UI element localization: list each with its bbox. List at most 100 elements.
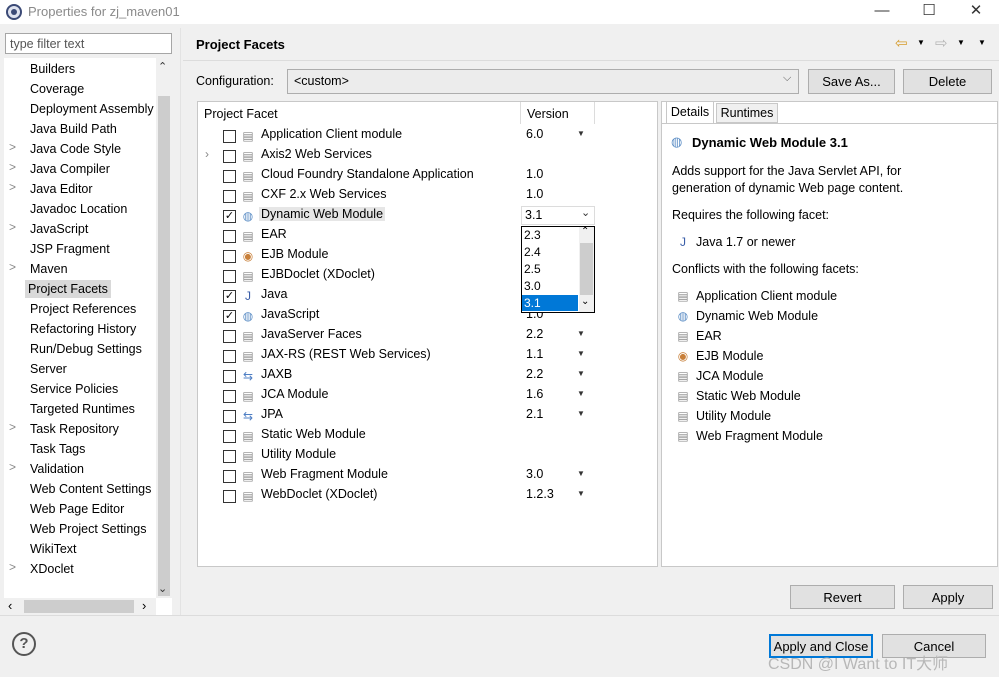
facet-row[interactable]: ⇆ JPA 2.1 ▼ [198, 406, 656, 426]
tree-item[interactable]: Builders [30, 60, 75, 78]
tree-item[interactable]: Coverage [30, 80, 84, 98]
tree-item[interactable]: Javadoc Location [30, 200, 127, 218]
dropdown-arrow-icon[interactable]: ▼ [577, 349, 585, 358]
facet-checkbox[interactable] [223, 470, 236, 483]
dropdown-arrow-icon[interactable]: ▼ [577, 389, 585, 398]
facet-checkbox[interactable]: ✓ [223, 290, 236, 303]
minimize-button[interactable]: — [859, 0, 905, 24]
tree-item[interactable]: Java Code Style [30, 140, 121, 158]
tree-item[interactable]: Java Compiler [30, 160, 110, 178]
facet-checkbox[interactable] [223, 350, 236, 363]
facet-checkbox[interactable] [223, 430, 236, 443]
maximize-button[interactable]: ☐ [906, 0, 952, 24]
facet-version[interactable]: 2.1 [526, 407, 543, 421]
delete-button[interactable]: Delete [903, 69, 992, 94]
facet-checkbox[interactable] [223, 150, 236, 163]
tree-item[interactable]: Web Content Settings [30, 480, 151, 498]
facet-checkbox[interactable] [223, 250, 236, 263]
facet-version[interactable]: 2.2 [526, 327, 543, 341]
tree-item[interactable]: Java Editor [30, 180, 93, 198]
expand-arrow-icon[interactable]: > [9, 220, 16, 234]
tree-item[interactable]: Validation [30, 460, 84, 478]
facet-checkbox[interactable] [223, 370, 236, 383]
dropdown-arrow-icon[interactable]: ▼ [577, 409, 585, 418]
tree-item[interactable]: Server [30, 360, 67, 378]
facet-version[interactable]: 1.0 [526, 167, 543, 181]
column-divider[interactable] [594, 102, 595, 124]
expand-arrow-icon[interactable]: > [9, 140, 16, 154]
tree-hscroll-thumb[interactable] [24, 600, 134, 613]
expand-arrow-icon[interactable]: > [9, 260, 16, 274]
scroll-down-icon[interactable]: ⌄ [158, 582, 167, 595]
tree-item[interactable]: Project Facets [25, 280, 111, 298]
version-scroll-thumb[interactable] [580, 243, 593, 295]
tree-item[interactable]: WikiText [30, 540, 77, 558]
expand-arrow-icon[interactable]: › [205, 147, 209, 161]
scroll-left-icon[interactable]: ‹ [8, 598, 12, 613]
column-divider[interactable] [520, 102, 521, 124]
configuration-select[interactable]: <custom> [287, 69, 799, 94]
facet-checkbox[interactable]: ✓ [223, 210, 236, 223]
facet-checkbox[interactable] [223, 170, 236, 183]
facet-version[interactable]: 1.6 [526, 387, 543, 401]
facet-row[interactable]: ▤ Cloud Foundry Standalone Application 1.0 [198, 166, 656, 186]
tree-item[interactable]: Targeted Runtimes [30, 400, 135, 418]
scroll-up-icon[interactable]: ⌃ [581, 226, 589, 237]
help-icon[interactable]: ? [12, 632, 36, 656]
tree-item[interactable]: Refactoring History [30, 320, 136, 338]
version-option[interactable]: 3.1 [522, 295, 578, 311]
tree-item[interactable]: JSP Fragment [30, 240, 110, 258]
tree-item[interactable]: Task Repository [30, 420, 119, 438]
facet-checkbox[interactable] [223, 230, 236, 243]
dropdown-arrow-icon[interactable]: ▼ [577, 369, 585, 378]
scroll-down-icon[interactable]: ⌄ [581, 296, 589, 307]
pane-divider[interactable] [180, 28, 181, 615]
facet-checkbox[interactable] [223, 270, 236, 283]
tree-item[interactable]: Web Project Settings [30, 520, 147, 538]
facet-row[interactable]: ▤ CXF 2.x Web Services 1.0 [198, 186, 656, 206]
tree-item[interactable]: JavaScript [30, 220, 88, 238]
facet-checkbox[interactable] [223, 330, 236, 343]
facet-row[interactable]: ⇆ JAXB 2.2 ▼ [198, 366, 656, 386]
expand-arrow-icon[interactable]: > [9, 160, 16, 174]
expand-arrow-icon[interactable]: > [9, 420, 16, 434]
version-option[interactable]: 3.0 [522, 278, 578, 294]
facet-version[interactable]: 2.2 [526, 367, 543, 381]
chevron-down-icon[interactable]: ⌵ [783, 72, 791, 85]
chevron-down-icon[interactable]: ⌄ [581, 206, 590, 219]
facet-version[interactable]: 3.0 [526, 467, 543, 481]
close-button[interactable]: ✕ [953, 0, 999, 24]
dropdown-arrow-icon[interactable]: ▼ [577, 489, 585, 498]
facet-row[interactable]: ▤ Static Web Module [198, 426, 656, 446]
tree-item[interactable]: Service Policies [30, 380, 118, 398]
facet-version[interactable]: 1.1 [526, 347, 543, 361]
facet-row[interactable]: ▤ JavaServer Faces 2.2 ▼ [198, 326, 656, 346]
version-option[interactable]: 2.4 [522, 244, 578, 260]
scroll-up-icon[interactable]: ⌃ [158, 60, 167, 73]
tree-scroll-thumb[interactable] [158, 96, 170, 596]
tree-item[interactable]: Project References [30, 300, 136, 318]
tree-item[interactable]: Deployment Assembly [30, 100, 154, 118]
dropdown-arrow-icon[interactable]: ▼ [577, 129, 585, 138]
facet-checkbox[interactable] [223, 390, 236, 403]
facet-row[interactable]: ▤ Utility Module [198, 446, 656, 466]
back-menu-icon[interactable]: ▼ [917, 38, 925, 47]
facet-checkbox[interactable] [223, 410, 236, 423]
facet-row[interactable]: ▤ JAX-RS (REST Web Services) 1.1 ▼ [198, 346, 656, 366]
scroll-right-icon[interactable]: › [142, 598, 146, 613]
dropdown-arrow-icon[interactable]: ▼ [577, 329, 585, 338]
tab-details[interactable]: Details [666, 101, 714, 123]
back-arrow-icon[interactable]: ⇦ [895, 34, 908, 52]
dropdown-arrow-icon[interactable]: ▼ [577, 469, 585, 478]
save-as-button[interactable]: Save As... [808, 69, 895, 94]
column-header-facet[interactable]: Project Facet [204, 104, 278, 124]
facet-row[interactable]: ▤ Web Fragment Module 3.0 ▼ [198, 466, 656, 486]
column-header-version[interactable]: Version [527, 104, 569, 124]
tree-item[interactable]: Task Tags [30, 440, 85, 458]
facet-checkbox[interactable] [223, 130, 236, 143]
facet-row[interactable]: ▤ Application Client module 6.0 ▼ [198, 126, 656, 146]
facet-row[interactable]: ▤ WebDoclet (XDoclet) 1.2.3 ▼ [198, 486, 656, 506]
forward-arrow-icon[interactable]: ⇨ [935, 34, 948, 52]
tree-item[interactable]: XDoclet [30, 560, 74, 578]
revert-button[interactable]: Revert [790, 585, 895, 609]
